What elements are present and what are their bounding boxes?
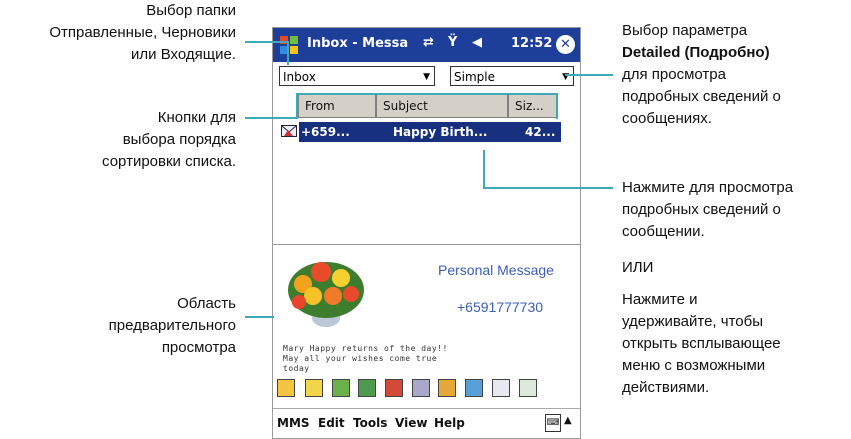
annotation-line: сортировки списка. [102, 153, 236, 170]
message-subject: Happy Birth... [393, 125, 488, 139]
view-select-value: Simple [454, 70, 495, 84]
sort-bracket-left [296, 93, 298, 119]
annotation-line: Область [177, 295, 236, 312]
mms-message-icon [281, 125, 297, 137]
annotation-line: открыть всплывающее [622, 335, 781, 352]
folder-select[interactable]: Inbox ▼ [279, 66, 435, 86]
edit-icon[interactable] [492, 379, 510, 397]
menu-edit[interactable]: Edit [318, 416, 345, 430]
annotation-line: сообщениях. [622, 110, 712, 127]
preview-number: +6591777730 [457, 299, 544, 315]
forward-icon[interactable] [332, 379, 350, 397]
annotation-line: подробных сведений о [622, 88, 781, 105]
annotation-line: действиями. [622, 379, 710, 396]
leader-line-preview [245, 316, 274, 318]
menu-tools[interactable]: Tools [353, 416, 387, 430]
annotation-line: Выбор папки [146, 2, 236, 19]
annotation-line: сообщении. [622, 223, 705, 240]
annotation-or: ИЛИ [622, 259, 654, 276]
save-icon[interactable] [358, 379, 376, 397]
message-row-selected[interactable]: +659... Happy Birth... 42... [299, 122, 561, 142]
toolbar [273, 374, 580, 404]
annotation-line: для просмотра [622, 66, 726, 83]
annotation-line: Отправленные, Черновики [49, 24, 236, 41]
annotation-detailed-param: Выбор параметра Detailed (Подробно) для … [622, 20, 847, 130]
annotation-bold: Detailed (Подробно) [622, 44, 770, 61]
annotation-hold-message: Нажмите и удерживайте, чтобы открыть всп… [622, 289, 847, 399]
reply-icon[interactable] [277, 379, 295, 397]
leader-line-folder [245, 41, 289, 43]
title-bar: Inbox - Messa ⇄ Ÿ ◀ 12:52 ✕ [273, 28, 580, 62]
leader-line-tap-v [483, 150, 485, 188]
annotation-line: просмотра [161, 339, 236, 356]
chevron-down-icon: ▼ [562, 72, 569, 82]
annotation-line: удерживайте, чтобы [622, 313, 763, 330]
annotation-line: меню с возможными [622, 357, 766, 374]
sort-from-button[interactable]: From [298, 94, 376, 118]
signal-icon[interactable]: Ÿ [448, 35, 457, 50]
annotation-line: выбора порядка [122, 131, 236, 148]
annotation-line: Нажмите для просмотра [622, 179, 794, 196]
message-size: 42... [525, 125, 556, 139]
flower-bouquet-image [288, 262, 364, 327]
annotation-line: Кнопки для [157, 109, 236, 126]
preview-message-text: Mary Happy returns of the day!! May all … [283, 344, 448, 373]
annotation-tap-message: Нажмите для просмотра подробных сведений… [622, 177, 851, 243]
reply-all-icon[interactable] [305, 379, 323, 397]
annotation-folder-select: Выбор папки Отправленные, Черновики или … [0, 0, 236, 66]
sort-bracket-right [556, 93, 558, 119]
move-icon[interactable] [438, 379, 456, 397]
details-icon[interactable] [519, 379, 537, 397]
message-from: +659... [301, 125, 350, 139]
connectivity-icon[interactable]: ⇄ [423, 35, 434, 50]
keyboard-icon[interactable]: ⌨ [545, 414, 561, 432]
preview-title: Personal Message [438, 262, 554, 278]
clock[interactable]: 12:52 [511, 36, 552, 51]
annotation-sort-buttons: Кнопки для выбора порядка сортировки спи… [0, 107, 236, 173]
sort-bracket-top [296, 93, 558, 95]
annotation-line: подробных сведений о [622, 201, 781, 218]
menu-bar: MMS Edit Tools View Help ⌨ ▲ [273, 408, 580, 438]
menu-view[interactable]: View [395, 416, 427, 430]
windows-start-icon[interactable] [278, 34, 300, 56]
window-title: Inbox - Messa [307, 36, 409, 51]
leader-line-tap-h [483, 187, 613, 189]
annotation-line: предварительного [108, 317, 236, 334]
preview-divider [273, 244, 580, 245]
annotation-line: Нажмите и [622, 291, 698, 308]
leader-line-sort [245, 117, 296, 119]
volume-icon[interactable]: ◀ [472, 35, 482, 50]
input-panel-arrow-icon[interactable]: ▲ [564, 415, 572, 426]
message-row[interactable]: +659... Happy Birth... 42... [281, 122, 561, 142]
chevron-down-icon: ▼ [423, 72, 430, 82]
folder-select-value: Inbox [283, 70, 316, 84]
close-icon[interactable]: ✕ [556, 35, 575, 54]
menu-mms[interactable]: MMS [277, 416, 310, 430]
annotation-preview-area: Область предварительного просмотра [0, 293, 236, 359]
annotation-line: Detailed (Подробно) [622, 42, 847, 64]
picture-icon[interactable] [465, 379, 483, 397]
leader-line-detailed [565, 74, 613, 76]
device-screen: Inbox - Messa ⇄ Ÿ ◀ 12:52 ✕ Inbox ▼ Simp… [272, 27, 581, 439]
annotation-line: или Входящие. [131, 46, 236, 63]
play-icon[interactable] [385, 379, 403, 397]
view-select[interactable]: Simple ▼ [450, 66, 574, 86]
sort-subject-button[interactable]: Subject [376, 94, 508, 118]
menu-help[interactable]: Help [434, 416, 465, 430]
delete-icon[interactable] [412, 379, 430, 397]
leader-line-folder-v [287, 41, 289, 65]
sort-size-button[interactable]: Siz... [508, 94, 558, 118]
annotation-line: Выбор параметра [622, 22, 748, 39]
